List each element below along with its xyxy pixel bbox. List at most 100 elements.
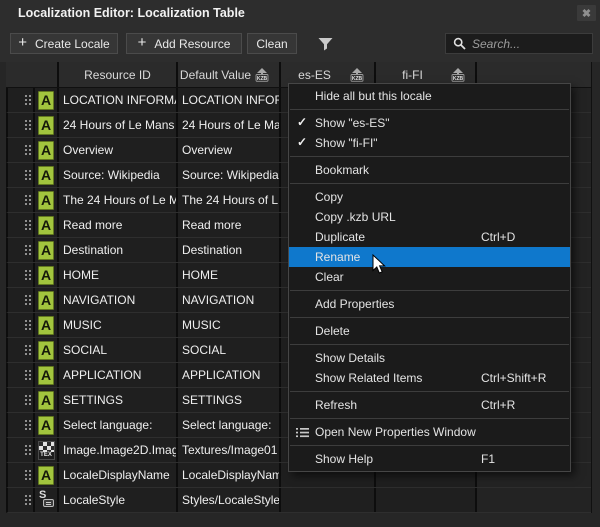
filter-icon[interactable]: [317, 37, 334, 51]
drag-handle[interactable]: [8, 113, 35, 137]
resource-id-cell[interactable]: SOCIAL: [59, 338, 178, 362]
close-icon: ✖: [582, 7, 591, 20]
resource-type-cell: A TEX S: [35, 113, 59, 137]
resource-id-cell[interactable]: LocaleStyle: [59, 488, 178, 512]
default-value-cell[interactable]: HOME: [178, 263, 281, 287]
drag-dots-icon: [25, 145, 31, 155]
resource-id-cell[interactable]: Select language:: [59, 413, 178, 437]
resource-id-cell[interactable]: Overview: [59, 138, 178, 162]
table-row[interactable]: A TEX S LocaleStyle Styles/LocaleStyle: [6, 488, 591, 513]
drag-handle[interactable]: [8, 313, 35, 337]
drag-dots-icon: [25, 195, 31, 205]
menu-item-add-properties[interactable]: Add Properties: [289, 294, 570, 314]
es-ES-cell[interactable]: [281, 488, 376, 512]
menu-item-rename[interactable]: Rename: [289, 247, 570, 267]
menu-item-show-help[interactable]: Show HelpF1: [289, 449, 570, 469]
text-resource-icon: A: [38, 391, 54, 410]
svg-text:KZB: KZB: [352, 76, 363, 82]
default-value-cell[interactable]: Destination: [178, 238, 281, 262]
drag-handle[interactable]: [8, 463, 35, 487]
resource-id-cell[interactable]: NAVIGATION: [59, 288, 178, 312]
menu-item-copy-kzb-url[interactable]: Copy .kzb URL: [289, 207, 570, 227]
resource-id-cell[interactable]: LOCATION INFORMAT: [59, 88, 178, 112]
drag-handle[interactable]: [8, 188, 35, 212]
fi-FI-cell[interactable]: [376, 488, 477, 512]
kzb-export-icon: KZB: [254, 67, 270, 82]
text-resource-icon: A: [38, 366, 54, 385]
drag-handle[interactable]: [8, 138, 35, 162]
resource-id-cell[interactable]: Read more: [59, 213, 178, 237]
drag-dots-icon: [25, 320, 31, 330]
create-locale-button[interactable]: + Create Locale: [10, 33, 118, 54]
text-resource-icon: A: [38, 166, 54, 185]
search-box[interactable]: [445, 33, 593, 54]
menu-item-show-es-ES[interactable]: ✓Show "es-ES": [289, 113, 570, 133]
default-value-cell[interactable]: Textures/Image01: [178, 438, 281, 462]
menu-item-bookmark[interactable]: Bookmark: [289, 160, 570, 180]
menu-item-refresh[interactable]: RefreshCtrl+R: [289, 395, 570, 415]
menu-item-clear[interactable]: Clear: [289, 267, 570, 287]
menu-item-copy[interactable]: Copy: [289, 187, 570, 207]
resource-id-cell[interactable]: 24 Hours of Le Mans: [59, 113, 178, 137]
add-resource-button[interactable]: + Add Resource: [126, 33, 242, 54]
default-value-cell[interactable]: Styles/LocaleStyle: [178, 488, 281, 512]
default-value-cell[interactable]: Read more: [178, 213, 281, 237]
default-value-cell[interactable]: APPLICATION: [178, 363, 281, 387]
drag-handle[interactable]: [8, 438, 35, 462]
header-default-value[interactable]: Default Value KZB: [178, 62, 281, 87]
default-value-cell[interactable]: SOCIAL: [178, 338, 281, 362]
resource-id-cell[interactable]: Image.Image2D.Imag: [59, 438, 178, 462]
close-button[interactable]: ✖: [577, 5, 596, 21]
default-value-cell[interactable]: NAVIGATION: [178, 288, 281, 312]
resource-id-cell[interactable]: HOME: [59, 263, 178, 287]
drag-handle[interactable]: [8, 263, 35, 287]
resource-id-cell[interactable]: SETTINGS: [59, 388, 178, 412]
menu-item-hide-all-but-this-locale[interactable]: Hide all but this locale: [289, 86, 570, 106]
menu-item-delete[interactable]: Delete: [289, 321, 570, 341]
resource-id-cell[interactable]: Destination: [59, 238, 178, 262]
drag-handle[interactable]: [8, 213, 35, 237]
resource-id-cell[interactable]: Source: Wikipedia: [59, 163, 178, 187]
drag-dots-icon: [25, 245, 31, 255]
search-input[interactable]: [446, 34, 592, 53]
svg-text:KZB: KZB: [453, 76, 464, 82]
drag-handle[interactable]: [8, 488, 35, 512]
default-value-cell[interactable]: LocaleDisplayNam: [178, 463, 281, 487]
clean-button[interactable]: Clean: [247, 33, 297, 54]
resource-id-cell[interactable]: The 24 Hours of Le M: [59, 188, 178, 212]
texture-resource-icon: TEX: [38, 441, 55, 460]
default-value-cell[interactable]: The 24 Hours of L: [178, 188, 281, 212]
resource-id-cell[interactable]: MUSIC: [59, 313, 178, 337]
drag-handle[interactable]: [8, 288, 35, 312]
default-value-cell[interactable]: MUSIC: [178, 313, 281, 337]
drag-handle[interactable]: [8, 338, 35, 362]
drag-handle[interactable]: [8, 238, 35, 262]
drag-handle[interactable]: [8, 88, 35, 112]
default-value-cell[interactable]: SETTINGS: [178, 388, 281, 412]
drag-handle[interactable]: [8, 413, 35, 437]
menu-item-show-details[interactable]: Show Details: [289, 348, 570, 368]
drag-dots-icon: [25, 345, 31, 355]
menu-item-show-fi-FI[interactable]: ✓Show "fi-FI": [289, 133, 570, 153]
default-value-cell[interactable]: 24 Hours of Le Ma: [178, 113, 281, 137]
default-value-cell[interactable]: Source: Wikipedia: [178, 163, 281, 187]
menu-item-open-new-properties-window[interactable]: Open New Properties Window: [289, 422, 570, 442]
resource-type-cell: A TEX S: [35, 163, 59, 187]
default-value-cell[interactable]: Overview: [178, 138, 281, 162]
header-handle-column[interactable]: [8, 62, 59, 87]
menu-item-show-related-items[interactable]: Show Related ItemsCtrl+Shift+R: [289, 368, 570, 388]
resource-type-cell: A TEX S: [35, 88, 59, 112]
drag-handle[interactable]: [8, 163, 35, 187]
header-resource-id[interactable]: Resource ID: [59, 62, 178, 87]
drag-handle[interactable]: [8, 388, 35, 412]
menu-item-duplicate[interactable]: DuplicateCtrl+D: [289, 227, 570, 247]
drag-dots-icon: [25, 445, 31, 455]
menu-separator: [290, 156, 569, 157]
default-value-cell[interactable]: LOCATION INFOR: [178, 88, 281, 112]
text-resource-icon: A: [38, 141, 54, 160]
drag-handle[interactable]: [8, 363, 35, 387]
default-value-cell[interactable]: Select language:: [178, 413, 281, 437]
style-resource-icon: S: [38, 491, 54, 509]
resource-id-cell[interactable]: LocaleDisplayName: [59, 463, 178, 487]
resource-id-cell[interactable]: APPLICATION: [59, 363, 178, 387]
